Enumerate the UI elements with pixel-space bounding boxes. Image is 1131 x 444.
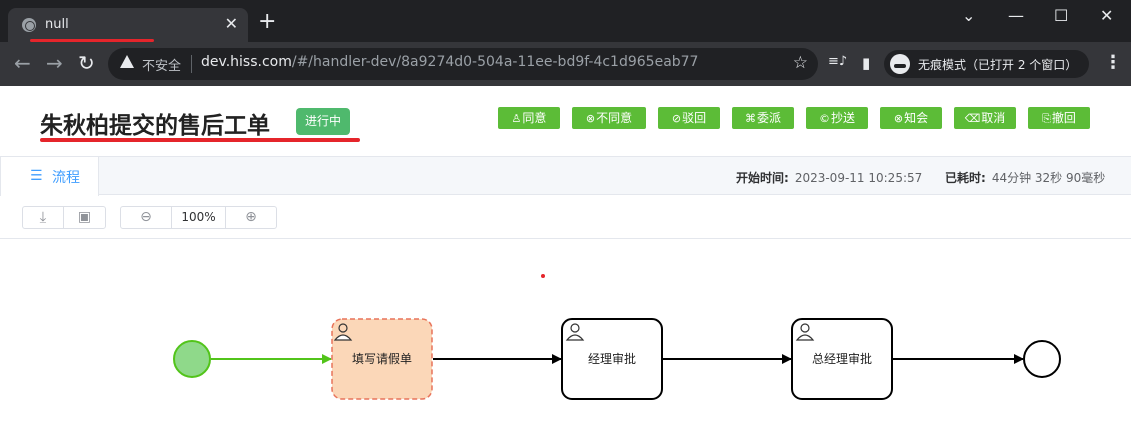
task-label: 填写请假单	[352, 352, 412, 366]
forward-button[interactable]: →	[46, 52, 63, 74]
address-bar[interactable]: 不安全 dev.hiss.com/#/handler-dev/8a9274d0-…	[108, 48, 818, 80]
tab-search-icon[interactable]: ⌄	[962, 6, 975, 25]
task-fill-form[interactable]: 填写请假单	[331, 318, 433, 400]
task-label: 总经理审批	[812, 351, 872, 366]
tab-title: null	[45, 17, 69, 32]
task-label: 经理审批	[588, 351, 636, 366]
process-diagram: 填写请假单 经理审批 总经理审批	[173, 318, 1061, 400]
browser-toolbar: ← → ↻ 不安全 dev.hiss.com/#/handler-dev/8a9…	[0, 42, 1131, 86]
security-label[interactable]: 不安全	[142, 55, 181, 74]
url-host: dev.hiss.com	[201, 54, 292, 70]
divider	[191, 55, 192, 73]
bookmark-star-icon[interactable]: ☆	[793, 53, 808, 73]
incognito-icon	[890, 54, 910, 74]
task-gm-approval[interactable]: 总经理审批	[791, 318, 893, 400]
end-event[interactable]	[1023, 340, 1061, 378]
warning-icon[interactable]	[120, 55, 134, 68]
side-panel-icon[interactable]: ▮	[862, 54, 870, 72]
task-manager-approval[interactable]: 经理审批	[561, 318, 663, 400]
back-button[interactable]: ←	[14, 52, 31, 74]
window-close-button[interactable]: ✕	[1100, 6, 1113, 25]
tab-close-icon[interactable]: ✕	[225, 15, 238, 33]
url-text[interactable]: dev.hiss.com/#/handler-dev/8a9274d0-504a…	[201, 54, 698, 70]
new-tab-button[interactable]: +	[258, 11, 276, 33]
url-path: /#/handler-dev/8a9274d0-504a-11ee-bd9f-4…	[291, 54, 699, 70]
media-control-icon[interactable]: ≡♪	[828, 54, 847, 69]
minimize-button[interactable]: —	[1008, 6, 1024, 25]
browser-tab-bar: null ✕ + ⌄ — ☐ ✕	[0, 0, 1131, 42]
incognito-label: 无痕模式（已打开 2 个窗口）	[918, 58, 1078, 72]
browser-menu-icon[interactable]: ⋮	[1104, 52, 1122, 73]
browser-tab[interactable]: null ✕	[8, 8, 248, 42]
incognito-indicator[interactable]: 无痕模式（已打开 2 个窗口）	[884, 50, 1089, 78]
globe-icon	[22, 18, 36, 32]
reload-button[interactable]: ↻	[78, 52, 95, 74]
maximize-button[interactable]: ☐	[1054, 6, 1068, 25]
start-event[interactable]	[173, 340, 211, 378]
